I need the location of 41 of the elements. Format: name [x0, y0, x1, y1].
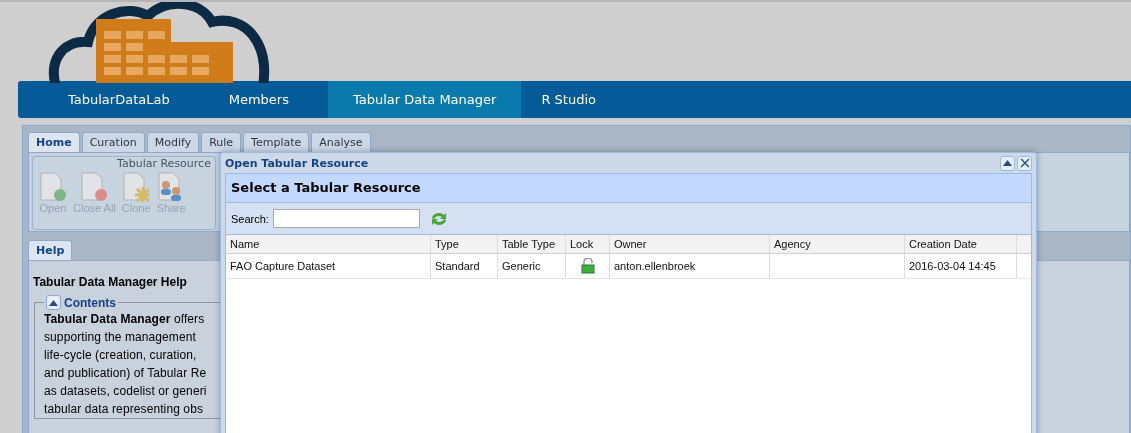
ribbon-tab[interactable]: Analyse [311, 132, 371, 152]
table-cell: anton.ellenbroek [614, 260, 696, 272]
ribbon-tab[interactable]: Rule [201, 132, 242, 152]
column-header[interactable]: Owner [610, 235, 770, 253]
ribbon-tab[interactable]: Curation [81, 132, 145, 152]
ribbon-tab[interactable]: Home [28, 132, 80, 152]
nav-link[interactable]: R Studio [521, 81, 635, 118]
section-title: Contents [64, 295, 116, 310]
table-cell: Generic [502, 260, 541, 272]
help-paragraph: Tabular Data Manager offers supporting the management life-cycle (creation, curation, and publication) of Tabular Re as datasets, codelist or generi tabular data representing obs [44, 311, 208, 418]
collapse-button[interactable] [1000, 155, 1015, 171]
column-header[interactable]: Lock [566, 235, 610, 253]
nav-link[interactable]: Tabular Data Manager [327, 81, 522, 118]
dialog-heading: Select a Tabular Resource [226, 174, 1031, 203]
dialog-title: Open Tabular Resource [225, 156, 370, 170]
column-header[interactable]: Agency [770, 235, 905, 253]
ribbon-tab[interactable]: Modify [146, 132, 200, 152]
search-label: Search: [231, 212, 269, 225]
help-title: Tabular Data Manager Help [33, 275, 188, 289]
search-field[interactable] [272, 209, 420, 228]
help-tab[interactable]: Help [28, 240, 73, 260]
column-header[interactable]: Type [431, 235, 498, 253]
table-cell: FAO Capture Dataset [230, 260, 336, 272]
ribbon-tab[interactable]: Template [243, 132, 310, 152]
collapse-button[interactable] [46, 295, 61, 310]
column-header[interactable]: Name [226, 235, 431, 253]
column-header[interactable]: Table Type [498, 235, 566, 253]
table-cell: Standard [435, 260, 480, 272]
table-cell: 2016-03-04 14:45 [909, 260, 996, 272]
nav-link[interactable]: Members [208, 81, 328, 118]
caret-icon [1003, 160, 1012, 166]
document-icon [39, 172, 67, 202]
document-icon [80, 172, 109, 202]
close-icon [1019, 158, 1030, 168]
nav-link[interactable]: TabularDataLab [48, 81, 209, 118]
caret-icon [49, 299, 58, 306]
close-button[interactable] [1017, 155, 1032, 171]
document-icon [122, 172, 151, 202]
group-title: Tabular Resource [116, 157, 212, 170]
table-row[interactable]: FAO Capture Dataset Standard Generic anton.ellenbroek 2016-03-04 14:45 [226, 254, 1031, 279]
column-header[interactable]: Creation Date [905, 235, 1017, 253]
